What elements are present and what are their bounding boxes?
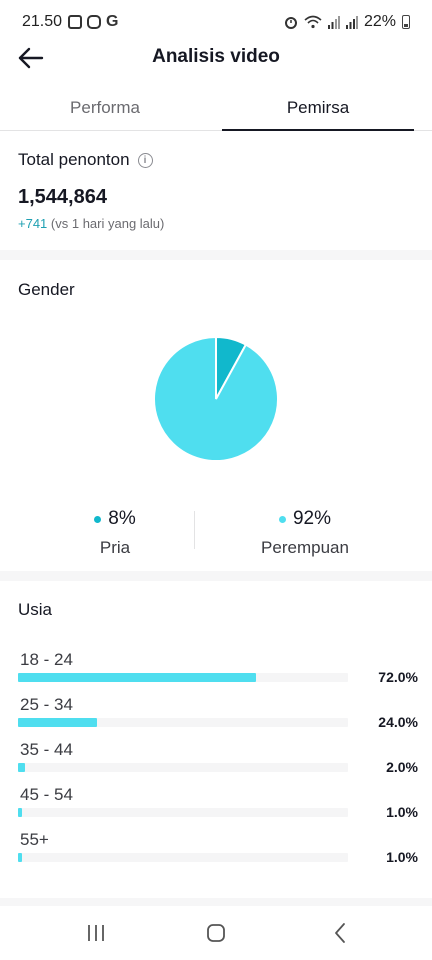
- age-bar-track: [18, 718, 348, 727]
- legend-dot-male: [94, 515, 102, 523]
- back-icon: [335, 923, 345, 943]
- status-time: 21.50: [22, 13, 63, 30]
- battery-percent: 22%: [363, 13, 396, 30]
- gender-pie-chart: [153, 336, 279, 462]
- total-viewers-value: 1,544,864: [18, 186, 107, 208]
- info-icon[interactable]: i: [137, 152, 153, 168]
- legend-dot-female: [278, 515, 286, 523]
- age-row: 25 - 34 24.0%: [18, 695, 418, 735]
- tab-bar: Performa Pemirsa: [0, 88, 432, 131]
- page-title: Analisis video: [152, 46, 280, 67]
- app-header: Analisis video: [0, 36, 432, 80]
- total-viewers-label: Total penonton: [18, 150, 130, 169]
- age-bar-fill: [18, 763, 25, 772]
- gender-stat-male: 8% Pria: [50, 508, 180, 558]
- age-bar-fill: [18, 718, 98, 727]
- male-label: Pria: [99, 538, 131, 557]
- age-label: 35 - 44: [20, 740, 73, 759]
- age-label: 18 - 24: [20, 650, 73, 669]
- age-title: Usia: [18, 600, 53, 619]
- pie-slice-perempuan: [153, 336, 279, 462]
- age-percent: 1.0%: [386, 804, 418, 820]
- recent-apps-icon: [88, 925, 104, 941]
- age-bar-fill: [18, 808, 22, 817]
- home-icon: [207, 924, 225, 942]
- section-divider: [0, 898, 432, 906]
- notification-icons: G: [68, 13, 120, 30]
- signal-icon: [345, 16, 358, 29]
- age-percent: 24.0%: [378, 714, 418, 730]
- age-bar-track: [18, 763, 348, 772]
- alarm-icon: [284, 17, 297, 29]
- system-nav-bar: [0, 908, 432, 960]
- google-icon: G: [106, 13, 119, 30]
- age-row: 45 - 54 1.0%: [18, 785, 418, 825]
- signal-icon: [327, 16, 340, 29]
- system-back-button[interactable]: [320, 920, 360, 946]
- female-label: Perempuan: [261, 538, 349, 557]
- age-row: 35 - 44 2.0%: [18, 740, 418, 780]
- age-row: 18 - 24 72.0%: [18, 650, 418, 690]
- gallery-icon: [68, 15, 82, 29]
- delta-note: (vs 1 hari yang lalu): [50, 216, 165, 231]
- tab-pemirsa[interactable]: Pemirsa: [222, 98, 414, 118]
- tab-performa[interactable]: Performa: [0, 98, 210, 118]
- wifi-icon: [304, 15, 322, 29]
- section-divider: [0, 571, 432, 581]
- battery-icon: [402, 15, 410, 29]
- delta-value: +741: [18, 216, 48, 231]
- gender-title: Gender: [18, 280, 75, 299]
- age-row: 55+ 1.0%: [18, 830, 418, 870]
- age-bar-fill: [18, 853, 22, 862]
- age-bar-track: [18, 853, 348, 862]
- instagram-icon: [87, 15, 101, 29]
- age-bar-fill: [18, 673, 256, 682]
- age-label: 55+: [20, 830, 49, 849]
- total-viewers-heading: Total penonton i: [18, 150, 153, 170]
- gender-stat-female: 92% Perempuan: [240, 508, 370, 558]
- age-bar-track: [18, 808, 348, 817]
- home-button[interactable]: [196, 920, 236, 946]
- age-percent: 2.0%: [386, 759, 418, 775]
- age-label: 45 - 54: [20, 785, 73, 804]
- female-percent: 92%: [292, 508, 332, 529]
- system-icons: 22%: [284, 13, 410, 31]
- recent-apps-button[interactable]: [76, 920, 116, 946]
- age-bar-track: [18, 673, 348, 682]
- active-tab-indicator: [222, 129, 414, 131]
- age-percent: 72.0%: [378, 669, 418, 685]
- male-percent: 8%: [108, 508, 136, 529]
- age-percent: 1.0%: [386, 849, 418, 865]
- age-label: 25 - 34: [20, 695, 73, 714]
- section-divider: [0, 250, 432, 260]
- total-viewers-delta: +741 (vs 1 hari yang lalu): [18, 216, 164, 231]
- gender-separator: [194, 511, 195, 549]
